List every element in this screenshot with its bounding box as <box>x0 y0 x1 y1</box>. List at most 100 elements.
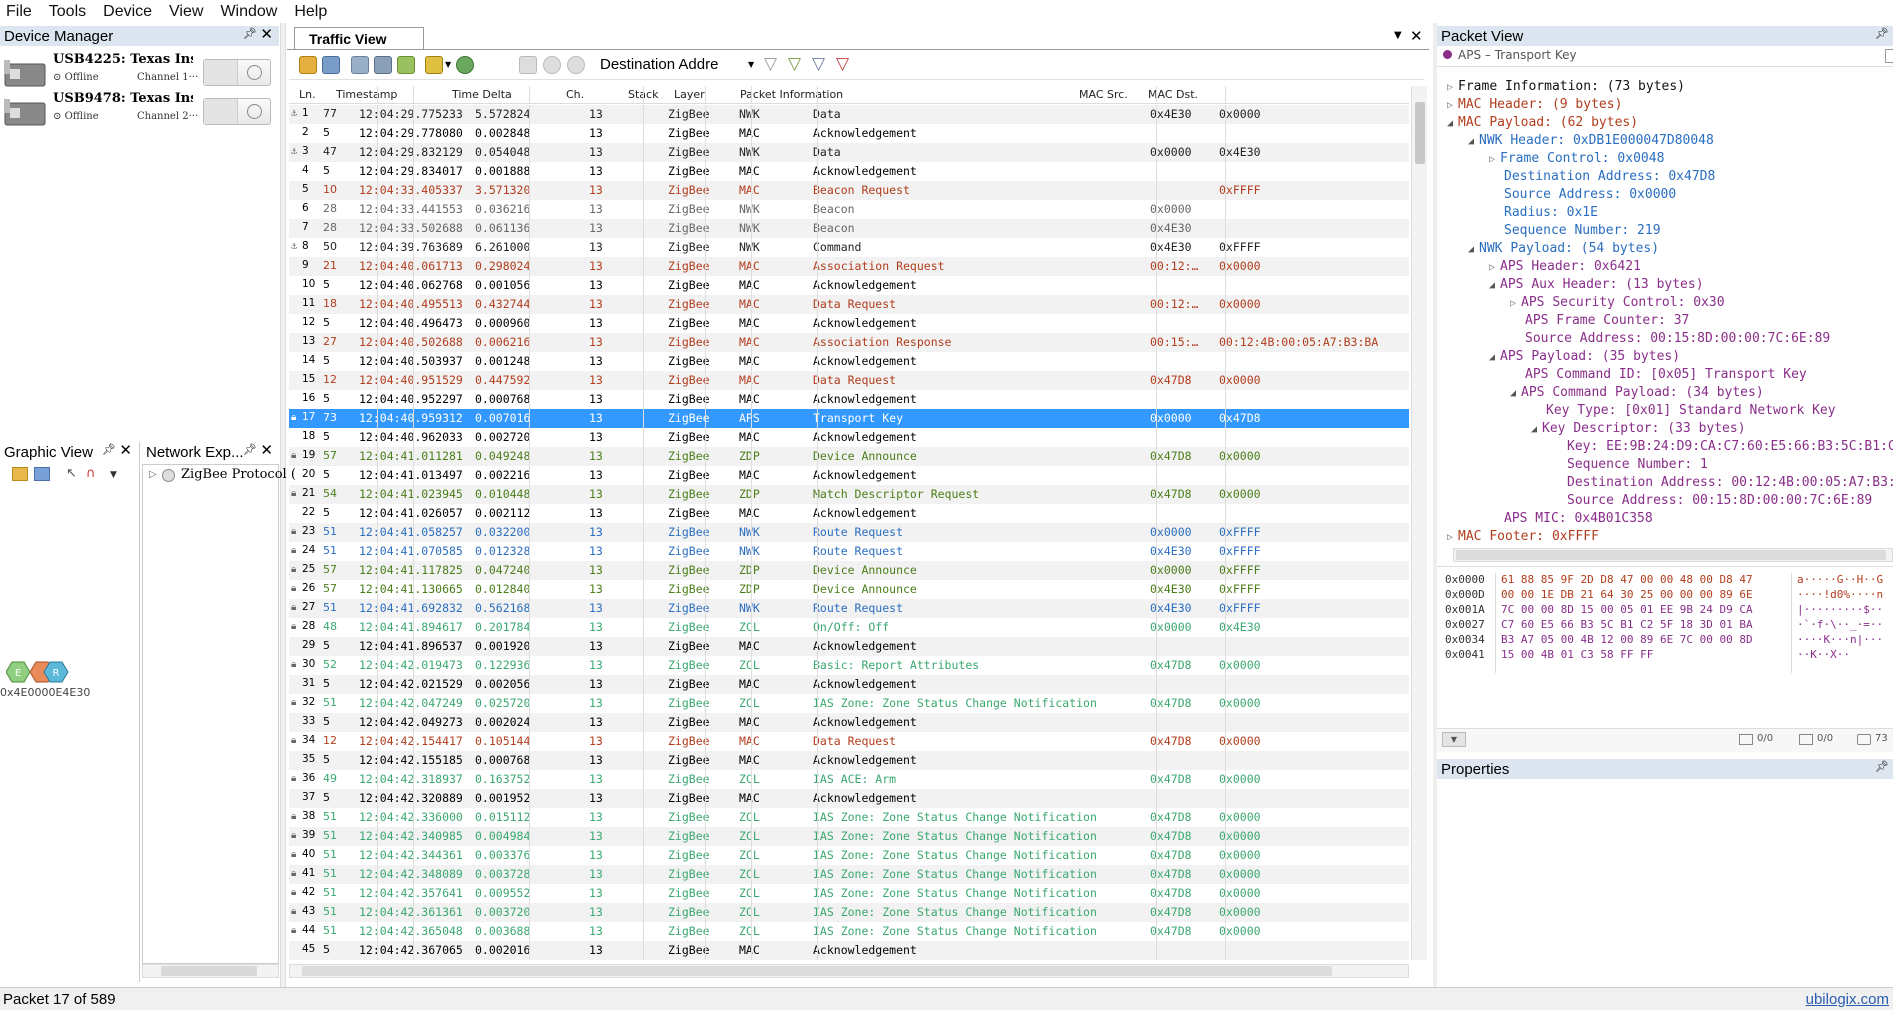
collapse-icon[interactable]: ◢ <box>1468 244 1474 255</box>
tree-node[interactable]: ◢ APS Command Payload: (34 bytes) <box>1510 385 1764 400</box>
collapse-icon[interactable]: ◢ <box>1447 118 1453 129</box>
table-row[interactable]: 15 12 12:04:40.951529 0.447592 13 ZigBee MAC Da… <box>289 371 1409 390</box>
scrollbar-thumb[interactable] <box>302 966 1332 976</box>
tree-node[interactable]: ◢ NWK Header: 0xDB1E000047D80048 <box>1468 133 1714 148</box>
tree-node[interactable]: ◢ Key Descriptor: (33 bytes) <box>1531 421 1746 436</box>
tree-node[interactable]: Sequence Number: 1 <box>1552 457 1708 472</box>
table-row[interactable]: 14 5 12:04:40.503937 0.001248 13 ZigBee MAC Ack… <box>289 352 1409 371</box>
copy-icon[interactable] <box>519 56 537 74</box>
device-toggle[interactable] <box>203 98 271 125</box>
table-row[interactable]: 31 5 12:04:42.021529 0.002056 13 ZigBee MAC Ack… <box>289 675 1409 694</box>
hex-ascii[interactable]: ····K···n|··· <box>1797 633 1883 646</box>
settings-icon[interactable] <box>456 56 474 74</box>
tree-node[interactable]: Sequence Number: 219 <box>1489 223 1661 238</box>
hex-bytes[interactable]: 15 00 4B 01 C3 58 FF FF <box>1501 648 1653 661</box>
expand-icon[interactable]: ▷ <box>1447 100 1453 111</box>
tree-node[interactable]: Source Address: 0x0000 <box>1489 187 1676 202</box>
forward-icon[interactable] <box>567 56 585 74</box>
tree-node[interactable]: ▷ APS Header: 0x6421 <box>1489 259 1641 274</box>
tree-node[interactable]: ▷ APS Security Control: 0x30 <box>1510 295 1725 310</box>
tree-node[interactable]: ◢ MAC Payload: (62 bytes) <box>1447 115 1638 130</box>
table-row[interactable]: 🔒︎ 19 57 12:04:41.011281 0.049248 13 ZigBee ZDP… <box>289 447 1409 466</box>
table-row[interactable]: 7 28 12:04:33.502688 0.061136 13 ZigBee NWK Bea… <box>289 219 1409 238</box>
expand-icon[interactable]: ▷ <box>1489 262 1495 273</box>
table-row[interactable]: 🔒︎ 17 73 12:04:40.959312 0.007016 13 ZigBee APS… <box>289 409 1409 428</box>
columns-icon[interactable] <box>351 56 369 74</box>
column-header[interactable]: Packet Information <box>740 88 843 101</box>
hex-bytes[interactable]: 7C 00 00 8D 15 00 05 01 EE 9B 24 D9 CA <box>1501 603 1753 616</box>
brush-icon[interactable] <box>425 56 443 74</box>
expand-icon[interactable]: ▷ <box>1447 82 1453 93</box>
table-row[interactable]: 33 5 12:04:42.049273 0.002024 13 ZigBee MAC Ack… <box>289 713 1409 732</box>
table-row[interactable]: 🔒︎ 39 51 12:04:42.340985 0.004984 13 ZigBee ZCL… <box>289 827 1409 846</box>
expand-icon[interactable]: ▷ <box>149 469 157 480</box>
scrollbar-thumb[interactable] <box>161 966 257 976</box>
close-icon[interactable]: ✕ <box>260 25 273 43</box>
table-row[interactable]: 🔒︎ 42 51 12:04:42.357641 0.009552 13 ZigBee ZCL… <box>289 884 1409 903</box>
menu-item-view[interactable]: View <box>169 3 203 21</box>
table-row[interactable]: ⚓︎ 8 50 12:04:39.763689 6.261000 13 ZigBee NWK C… <box>289 238 1409 257</box>
table-row[interactable]: 5 10 12:04:33.405337 3.571320 13 ZigBee MAC Bea… <box>289 181 1409 200</box>
tab-traffic-view[interactable]: Traffic View <box>294 27 424 49</box>
scrollbar-thumb[interactable] <box>1415 102 1425 164</box>
table-row[interactable]: 9 21 12:04:40.061713 0.298024 13 ZigBee MAC Ass… <box>289 257 1409 276</box>
dropdown-icon[interactable]: ▼ <box>110 470 117 480</box>
tree-node[interactable]: ◢ APS Aux Header: (13 bytes) <box>1489 277 1704 292</box>
column-header[interactable]: Time Delta <box>452 88 512 101</box>
menu-item-device[interactable]: Device <box>103 3 152 21</box>
tree-node[interactable]: ▷ MAC Header: (9 bytes) <box>1447 97 1622 112</box>
pin-icon[interactable]: 📌︎ <box>243 443 257 456</box>
export-icon[interactable] <box>397 56 415 74</box>
table-row[interactable]: 11 18 12:04:40.495513 0.432744 13 ZigBee MAC Da… <box>289 295 1409 314</box>
table-row[interactable]: 🔒︎ 26 57 12:04:41.130665 0.012840 13 ZigBee ZDP… <box>289 580 1409 599</box>
table-row[interactable]: 10 5 12:04:40.062768 0.001056 13 ZigBee MAC Ack… <box>289 276 1409 295</box>
column-header[interactable]: Ln. <box>299 88 316 101</box>
hex-ascii[interactable]: ·`·f·\··_·=·· <box>1797 618 1883 631</box>
tree-node[interactable]: ◢ NWK Payload: (54 bytes) <box>1468 241 1659 256</box>
filter-field-select[interactable]: Destination Addre <box>600 56 718 73</box>
table-row[interactable]: 🔒︎ 44 51 12:04:42.365048 0.003688 13 ZigBee ZCL… <box>289 922 1409 941</box>
network-graph[interactable]: E R 0x4E0000E4E30 <box>0 660 90 710</box>
table-row[interactable]: 🔒︎ 38 51 12:04:42.336000 0.015112 13 ZigBee ZCL… <box>289 808 1409 827</box>
table-row[interactable]: 🔒︎ 30 52 12:04:42.019473 0.122936 13 ZigBee ZCL… <box>289 656 1409 675</box>
table-row[interactable]: 45 5 12:04:42.367065 0.002016 13 ZigBee MAC Ack… <box>289 941 1409 960</box>
column-header[interactable]: Ch. <box>566 88 584 101</box>
tree-node[interactable]: Source Address: 00:15:8D:00:00:7C:6E:89 <box>1510 331 1830 346</box>
back-icon[interactable] <box>543 56 561 74</box>
save-icon[interactable] <box>322 56 340 74</box>
device-item[interactable]: USB4225: Texas Instru··· ⊙ Offline Channel… <box>0 52 278 96</box>
table-row[interactable]: 🔒︎ 43 51 12:04:42.361361 0.003720 13 ZigBee ZCL… <box>289 903 1409 922</box>
table-row[interactable]: 🔒︎ 41 51 12:04:42.348089 0.003728 13 ZigBee ZCL… <box>289 865 1409 884</box>
table-row[interactable]: 🔒︎ 28 48 12:04:41.894617 0.201784 13 ZigBee ZCL… <box>289 618 1409 637</box>
menu-item-file[interactable]: File <box>6 3 32 21</box>
collapse-icon[interactable]: ◢ <box>1468 136 1474 147</box>
table-row[interactable]: 4 5 12:04:29.834017 0.001888 13 ZigBee MAC Ackn… <box>289 162 1409 181</box>
tree-node[interactable]: APS MIC: 0x4B01C358 <box>1489 511 1653 526</box>
filter-icon[interactable]: ▽ <box>764 54 777 74</box>
table-row[interactable]: 2 5 12:04:29.778080 0.002848 13 ZigBee MAC Ackn… <box>289 124 1409 143</box>
column-header[interactable]: Layer <box>674 88 705 101</box>
tree-node[interactable]: Destination Address: 0x47D8 <box>1489 169 1715 184</box>
collapse-icon[interactable]: ◢ <box>1489 352 1495 363</box>
table-row[interactable]: 🔒︎ 32 51 12:04:42.047249 0.025720 13 ZigBee ZCL… <box>289 694 1409 713</box>
hex-bytes[interactable]: 00 00 1E DB 21 64 30 25 00 00 00 89 6E <box>1501 588 1753 601</box>
panel-button-icon[interactable] <box>1885 49 1893 63</box>
table-row[interactable]: ⚓︎ 3 47 12:04:29.832129 0.054048 13 ZigBee NWK D… <box>289 143 1409 162</box>
tree-node[interactable]: APS Command ID: [0x05] Transport Key <box>1510 367 1807 382</box>
table-row[interactable]: 12 5 12:04:40.496473 0.000960 13 ZigBee MAC Ack… <box>289 314 1409 333</box>
tree-node[interactable]: Source Address: 00:15:8D:00:00:7C:6E:89 <box>1552 493 1872 508</box>
table-row[interactable]: 37 5 12:04:42.320889 0.001952 13 ZigBee MAC Ack… <box>289 789 1409 808</box>
tree-node[interactable]: APS Frame Counter: 37 <box>1510 313 1689 328</box>
table-row[interactable]: 6 28 12:04:33.441553 0.036216 13 ZigBee NWK Bea… <box>289 200 1409 219</box>
hex-bytes[interactable]: 61 88 85 9F 2D D8 47 00 00 48 00 D8 47 <box>1501 573 1753 586</box>
pin-icon[interactable]: 📌︎ <box>1875 27 1889 40</box>
filter-add-icon[interactable]: ▽ <box>788 54 801 74</box>
dropdown-icon[interactable]: ▼ <box>1394 30 1402 41</box>
pin-icon[interactable]: 📌︎ <box>1875 760 1889 773</box>
tree-node[interactable]: Destination Address: 00:12:4B:00:05:A7:B… <box>1552 475 1893 490</box>
tree-node[interactable]: ▷ MAC Footer: 0xFFFF <box>1447 529 1599 540</box>
table-row[interactable]: 🔒︎ 40 51 12:04:42.344361 0.003376 13 ZigBee ZCL… <box>289 846 1409 865</box>
horizontal-scrollbar[interactable] <box>289 964 1409 978</box>
column-header[interactable]: Timestamp <box>336 88 397 101</box>
close-icon[interactable]: ✕ <box>260 441 273 459</box>
